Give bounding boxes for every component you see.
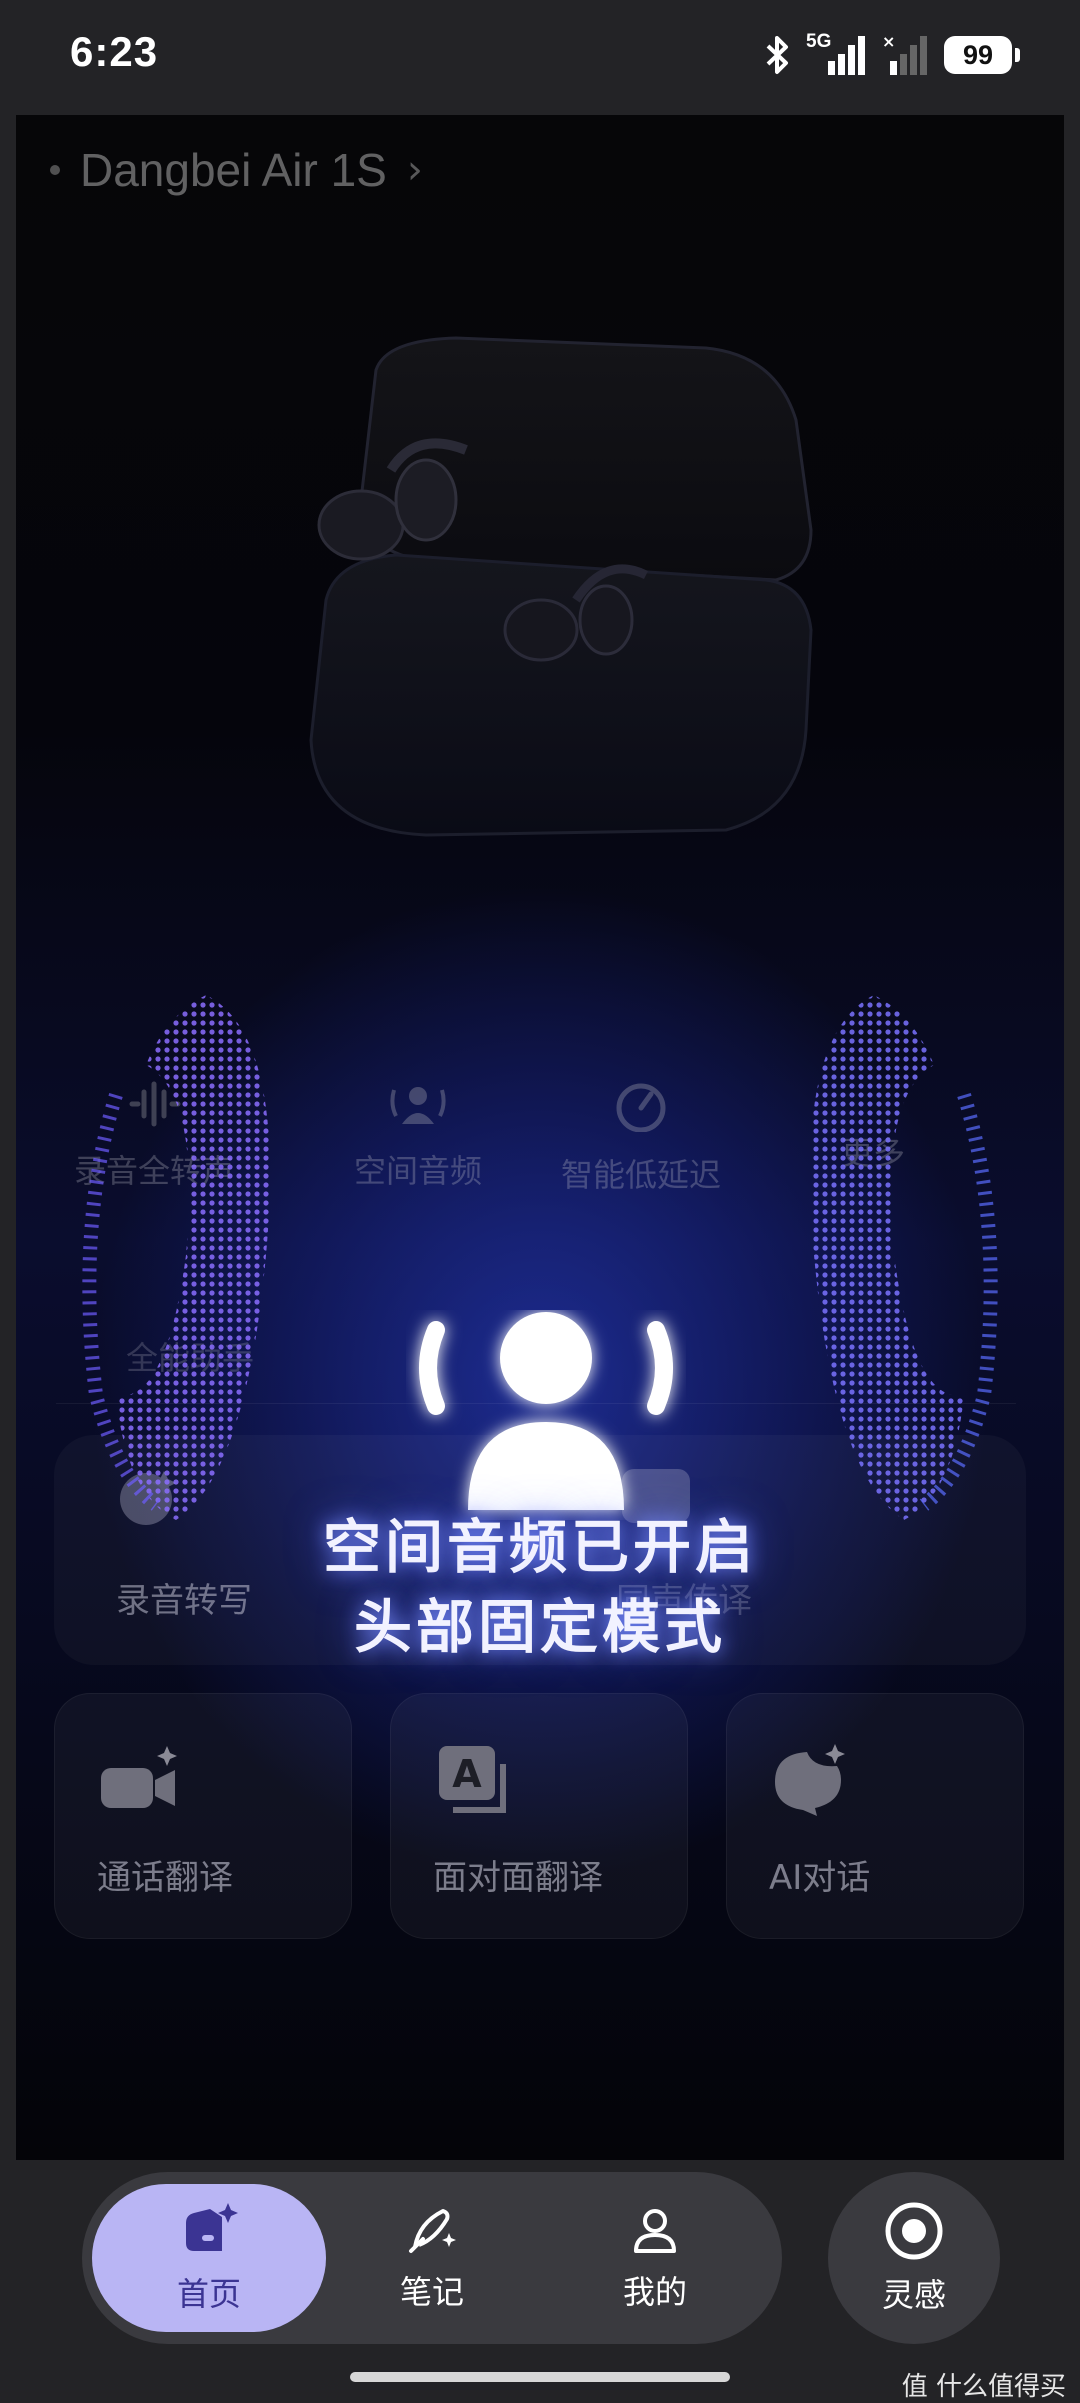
svg-text:A: A <box>452 1752 482 1796</box>
left-sound-wave <box>82 995 270 1520</box>
overlay-line2: 头部固定模式 <box>353 1593 726 1661</box>
status-bar: 6:23 5G × 99 <box>0 0 1080 110</box>
nav-profile[interactable]: 我的 <box>538 2184 772 2332</box>
translate-a-icon: A <box>439 1746 506 1813</box>
nav-label: 我的 <box>622 2273 687 2311</box>
app-panel: Dangbei Air 1S › 录音全转声 空间音频 智能低延迟 录音转写 同… <box>16 115 1064 2160</box>
ai-chat-card[interactable]: AI对话 <box>726 1693 1024 1939</box>
nav-label: 灵感 <box>881 2276 946 2314</box>
watermark: 值 什么值得买 <box>901 2372 1066 2402</box>
device-name: Dangbei Air 1S <box>80 144 387 196</box>
spatial-audio-icon <box>390 1087 446 1124</box>
nav-home[interactable]: 首页 <box>92 2184 326 2332</box>
nav-label: 笔记 <box>399 2273 464 2311</box>
feature-low-latency[interactable]: 智能低延迟 <box>561 1080 721 1196</box>
status-icons: 5G × 99 <box>762 30 1020 80</box>
home-icon <box>186 2203 238 2251</box>
device-header[interactable]: Dangbei Air 1S › <box>50 143 423 197</box>
svg-text:×: × <box>882 33 895 51</box>
signal-5g-icon: 5G <box>806 31 868 77</box>
ai-chat-icon <box>775 1744 845 1816</box>
spatial-audio-status: 空间音频已开启 <box>16 1500 1064 1584</box>
nav-label: 首页 <box>176 2275 241 2313</box>
feature-label: 智能低延迟 <box>561 1156 722 1194</box>
battery-indicator: 99 <box>944 36 1020 74</box>
profile-icon <box>634 2209 676 2253</box>
call-translate-card[interactable]: 通话翻译 <box>54 1693 352 1939</box>
chevron-right-icon: › <box>406 147 423 193</box>
earbuds-case-image <box>309 336 813 837</box>
overlay-line1: 空间音频已开启 <box>322 1513 757 1581</box>
inspiration-button[interactable]: 灵感 <box>828 2172 1000 2344</box>
head-tracking-mode: 头部固定模式 <box>16 1580 1064 1664</box>
feature-label: 空间音频 <box>354 1152 483 1190</box>
nav-notes[interactable]: 笔记 <box>315 2184 549 2332</box>
card-label: AI对话 <box>769 1858 871 1898</box>
feature-spatial-audio[interactable]: 空间音频 <box>354 1080 482 1192</box>
status-time: 6:23 <box>70 28 159 75</box>
video-call-sparkle-icon <box>101 1746 177 1808</box>
signal-no-service-icon: × <box>882 33 927 75</box>
face-to-face-translate-card[interactable]: A 面对面翻译 <box>390 1693 688 1939</box>
spatial-audio-head-icon <box>419 1312 673 1510</box>
home-indicator[interactable] <box>350 2372 730 2382</box>
card-label: 通话翻译 <box>97 1858 233 1898</box>
record-circle-icon <box>885 2202 943 2260</box>
bottom-nav: 首页 笔记 我的 <box>82 2172 782 2344</box>
card-label: 面对面翻译 <box>433 1858 603 1898</box>
connection-dot <box>50 165 60 175</box>
pen-icon <box>409 2209 456 2253</box>
right-sound-wave <box>810 995 998 1520</box>
bluetooth-icon <box>766 36 788 74</box>
gauge-icon <box>616 1083 666 1132</box>
